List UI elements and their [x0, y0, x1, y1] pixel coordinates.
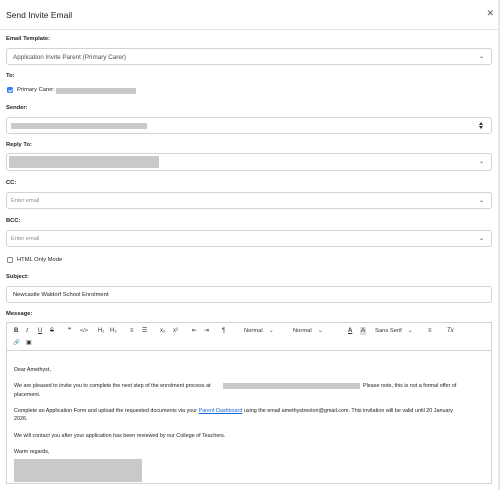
redacted-school [223, 383, 360, 389]
html-only-label: HTML Only Mode [17, 257, 63, 263]
paragraph-3: We will contact you after your applicati… [14, 433, 226, 439]
chevron-down-icon: ⌄ [407, 328, 413, 334]
editor-content[interactable]: Dear Amethyst, We are pleased to invite … [7, 352, 491, 483]
text-direction-button[interactable]: ¶ [222, 327, 225, 335]
bcc-input[interactable]: Enter email ⌄ [6, 230, 492, 247]
size-select[interactable]: Normal ⌄ [244, 328, 274, 334]
sender-select[interactable] [6, 117, 492, 134]
italic-button[interactable]: I [26, 327, 28, 335]
bcc-label: BCC: [6, 218, 21, 224]
reply-to-select[interactable]: ⌄ [6, 153, 492, 171]
message-label: Message: [6, 311, 33, 317]
chevron-down-icon: ⌄ [478, 197, 484, 204]
paragraph-1-c: placement. [14, 392, 41, 398]
clean-format-button[interactable]: Tx [447, 327, 454, 335]
underline-button[interactable]: U [38, 327, 42, 335]
paragraph-2: Complete an Application Form and upload … [14, 408, 453, 416]
paragraph-1-a: We are pleased to invite you to complete… [14, 383, 211, 389]
font-color-button[interactable]: A [348, 327, 352, 335]
cc-placeholder: Enter email [11, 198, 40, 204]
font-select-label: Sans Serif [375, 328, 402, 334]
email-template-select[interactable]: Application Invite Parent (Primary Carer… [6, 48, 492, 65]
header-select[interactable]: Normal ⌄ [293, 328, 323, 334]
bullet-list-button[interactable]: ☰ [142, 327, 147, 335]
subject-label: Subject: [6, 274, 29, 280]
subscript-button[interactable]: x₂ [160, 327, 165, 335]
ordered-list-button[interactable]: ≡ [130, 327, 134, 335]
image-icon[interactable]: ▣ [26, 339, 32, 347]
chevron-down-icon: ⌄ [268, 328, 274, 334]
h1-button[interactable]: H₁ [98, 327, 104, 335]
link-icon[interactable]: 🔗 [13, 339, 20, 347]
chevron-down-icon: ⌄ [478, 53, 484, 60]
paragraph-2-b: using the email amethystreolon@gmail.com… [243, 408, 453, 414]
html-only-checkbox[interactable] [7, 257, 13, 263]
redacted-sender [11, 123, 147, 129]
close-icon[interactable]: ✕ [486, 8, 494, 19]
background-color-button[interactable]: A [360, 327, 367, 335]
sender-label: Sender: [6, 105, 28, 111]
outdent-button[interactable]: ⇤ [192, 327, 197, 335]
email-template-label: Email Template: [6, 36, 51, 42]
dialog-header: Send Invite Email ✕ [0, 0, 500, 30]
parent-dashboard-link[interactable]: Parent Dashboard [199, 408, 243, 414]
bold-button[interactable]: B [14, 327, 18, 335]
chevron-down-icon: ⌄ [478, 235, 484, 242]
primary-carer-label: Primary Carer: [17, 87, 55, 93]
closing-text: Warm regards, [14, 449, 50, 455]
editor-toolbar: B I U S ❞ </> H₁ H₂ ≡ ☰ x₂ x² ⇤ ⇥ ¶ Norm… [7, 323, 491, 351]
primary-carer-checkbox[interactable] [7, 87, 13, 93]
dialog-title: Send Invite Email [6, 10, 73, 20]
paragraph-1-b: Please note, this is not a formal offer … [363, 383, 457, 389]
redacted-reply-to [9, 156, 159, 168]
cc-label: CC: [6, 180, 17, 186]
email-template-value: Application Invite Parent (Primary Carer… [13, 53, 127, 61]
strike-button[interactable]: S [50, 327, 54, 335]
paragraph-2-c: 2026. [14, 416, 28, 422]
message-editor[interactable]: B I U S ❞ </> H₁ H₂ ≡ ☰ x₂ x² ⇤ ⇥ ¶ Norm… [6, 322, 492, 484]
subject-value: Newcastle Waldorf School Enrolment [13, 292, 109, 298]
subject-input[interactable]: Newcastle Waldorf School Enrolment [6, 286, 492, 303]
reply-to-label: Reply To: [6, 142, 32, 148]
bcc-placeholder: Enter email [11, 236, 40, 242]
cc-input[interactable]: Enter email ⌄ [6, 192, 492, 209]
font-select[interactable]: Sans Serif ⌄ [375, 328, 413, 334]
header-select-label: Normal [293, 328, 312, 334]
to-label: To: [6, 73, 15, 79]
code-button[interactable]: </> [80, 327, 88, 335]
indent-button[interactable]: ⇥ [204, 327, 209, 335]
h2-button[interactable]: H₂ [110, 327, 117, 335]
paragraph-2-a: Complete an Application Form and upload … [14, 408, 198, 414]
chevron-down-icon: ⌄ [317, 328, 323, 334]
greeting-text: Dear Amethyst, [14, 367, 51, 373]
blockquote-button[interactable]: ❞ [68, 327, 71, 335]
redacted-recipient [56, 88, 136, 94]
chevron-down-icon: ⌄ [478, 158, 484, 165]
redacted-signature [14, 459, 142, 482]
superscript-button[interactable]: x² [173, 327, 178, 335]
size-select-label: Normal [244, 328, 263, 334]
align-button[interactable]: ≡ [428, 327, 432, 335]
